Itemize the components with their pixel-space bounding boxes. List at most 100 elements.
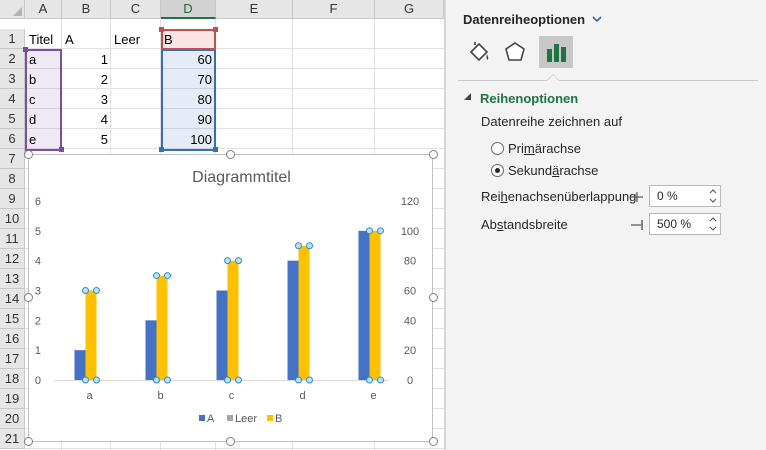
column-header-c[interactable]: C	[111, 0, 161, 19]
row-header-19[interactable]: 19	[0, 389, 25, 409]
column-header-f[interactable]: F	[293, 0, 375, 19]
row-header-5[interactable]: 5	[0, 109, 25, 129]
row-header-17[interactable]: 17	[0, 349, 25, 369]
bar-series-a[interactable]	[358, 230, 370, 380]
cell-a5[interactable]: d	[26, 110, 62, 130]
gap-width-value[interactable]: 500 %	[657, 217, 691, 231]
row-header-20[interactable]: 20	[0, 409, 25, 429]
cell-d5[interactable]: 90	[161, 110, 215, 130]
bar-series-b[interactable]	[369, 230, 381, 380]
pane-title[interactable]: Datenreiheoptionen	[463, 12, 585, 27]
cell-d1[interactable]: B	[161, 30, 216, 50]
selection-handle[interactable]	[164, 272, 171, 280]
radio-secondary-label[interactable]: Sekundärachse	[508, 163, 598, 178]
row-header-12[interactable]: 12	[0, 249, 25, 269]
fill-line-tab[interactable]	[462, 36, 496, 68]
bar-series-b[interactable]	[298, 245, 310, 380]
cell-c1[interactable]: Leer	[111, 30, 161, 50]
bar-series-a[interactable]	[216, 290, 228, 381]
row-header-9[interactable]: 9	[0, 189, 25, 209]
row-header-3[interactable]: 3	[0, 69, 25, 89]
cell-b6[interactable]: 5	[62, 130, 111, 150]
spinner-arrows-icon[interactable]	[708, 187, 718, 205]
select-all-corner[interactable]	[0, 0, 25, 19]
cell-d2[interactable]: 60	[161, 50, 215, 70]
cell-b1[interactable]: A	[62, 30, 111, 50]
collapse-triangle-icon[interactable]	[463, 92, 473, 102]
radio-secondary-axis[interactable]	[491, 164, 504, 177]
cell-d4[interactable]: 80	[161, 90, 215, 110]
bar-series-b[interactable]	[85, 290, 97, 381]
column-header-d[interactable]: D	[161, 0, 216, 19]
selection-handle[interactable]	[93, 376, 100, 384]
cell-b3[interactable]: 2	[62, 70, 111, 90]
column-header-e[interactable]: E	[216, 0, 293, 19]
row-header-15[interactable]: 15	[0, 309, 25, 329]
bar-series-b[interactable]	[227, 260, 239, 380]
row-header-21[interactable]: 21	[0, 429, 25, 449]
chart-area[interactable]: Diagrammtitel 0 1 2 3 4 5 6 0 20 40 60 80 100 120 a b c d e…	[28, 154, 433, 442]
bar-series-b[interactable]	[156, 275, 168, 380]
selection-handle[interactable]	[235, 257, 242, 265]
cell-a1[interactable]: Titel	[26, 30, 62, 50]
column-header-b[interactable]: B	[62, 0, 111, 19]
spinner-arrows-icon[interactable]	[708, 215, 718, 233]
cell-a3[interactable]: b	[26, 70, 62, 90]
chart-resize-handle[interactable]	[24, 437, 33, 446]
chart-resize-handle[interactable]	[226, 150, 235, 159]
row-header-6[interactable]: 6	[0, 129, 25, 149]
selection-handle[interactable]	[366, 227, 373, 235]
series-options-tab[interactable]	[539, 36, 573, 68]
selection-handle[interactable]	[295, 242, 302, 250]
chevron-down-icon[interactable]	[591, 13, 603, 25]
selection-handle[interactable]	[164, 376, 171, 384]
cell-b4[interactable]: 3	[62, 90, 111, 110]
spreadsheet-grid[interactable]: A B C D E F G 1 2 3 4 5 6 7 8 9 10 11 12 13 14 15 16 17 1…	[0, 0, 444, 450]
cell-a4[interactable]: c	[26, 90, 62, 110]
effects-tab[interactable]	[498, 36, 532, 68]
row-header-7[interactable]: 7	[0, 149, 25, 169]
selection-handle[interactable]	[295, 376, 302, 384]
selection-handle[interactable]	[377, 227, 384, 235]
bar-series-a[interactable]	[74, 350, 86, 380]
chart-resize-handle[interactable]	[429, 293, 438, 302]
row-header-18[interactable]: 18	[0, 369, 25, 389]
row-header-13[interactable]: 13	[0, 269, 25, 289]
chart-resize-handle[interactable]	[429, 150, 438, 159]
chart-resize-handle[interactable]	[24, 293, 33, 302]
cell-b2[interactable]: 1	[62, 50, 111, 70]
row-header-11[interactable]: 11	[0, 229, 25, 249]
cell-d3[interactable]: 70	[161, 70, 215, 90]
bar-series-a[interactable]	[287, 260, 299, 380]
column-header-g[interactable]: G	[375, 0, 444, 19]
selection-handle[interactable]	[224, 257, 231, 265]
row-header-10[interactable]: 10	[0, 209, 25, 229]
row-header-2[interactable]: 2	[0, 49, 25, 69]
selection-handle[interactable]	[82, 287, 89, 294]
chart-title[interactable]: Diagrammtitel	[192, 169, 291, 186]
cell-a2[interactable]: a	[26, 50, 62, 70]
row-header-16[interactable]: 16	[0, 329, 25, 349]
selection-handle[interactable]	[377, 376, 384, 384]
selection-handle[interactable]	[306, 242, 313, 250]
cell-d6[interactable]: 100	[161, 130, 215, 150]
selection-handle[interactable]	[153, 272, 160, 280]
selection-handle[interactable]	[366, 376, 373, 384]
gap-width-spinner[interactable]: 500 %	[649, 213, 721, 235]
selection-handle[interactable]	[224, 376, 231, 384]
chart-resize-handle[interactable]	[24, 150, 33, 159]
section-title[interactable]: Reihenoptionen	[480, 91, 578, 106]
selection-handle[interactable]	[93, 287, 100, 294]
overlap-value[interactable]: 0 %	[657, 189, 678, 203]
radio-primary-label[interactable]: Primärachse	[508, 141, 581, 156]
selection-handle[interactable]	[306, 376, 313, 384]
column-header-a[interactable]: A	[25, 0, 62, 19]
chart-resize-handle[interactable]	[429, 437, 438, 446]
row-header-1[interactable]: 1	[0, 29, 25, 49]
selection-handle[interactable]	[235, 376, 242, 384]
row-header-4[interactable]: 4	[0, 89, 25, 109]
bar-series-a[interactable]	[145, 320, 157, 380]
selection-handle[interactable]	[82, 376, 89, 384]
radio-primary-axis[interactable]	[491, 142, 504, 155]
cell-a6[interactable]: e	[26, 130, 62, 150]
